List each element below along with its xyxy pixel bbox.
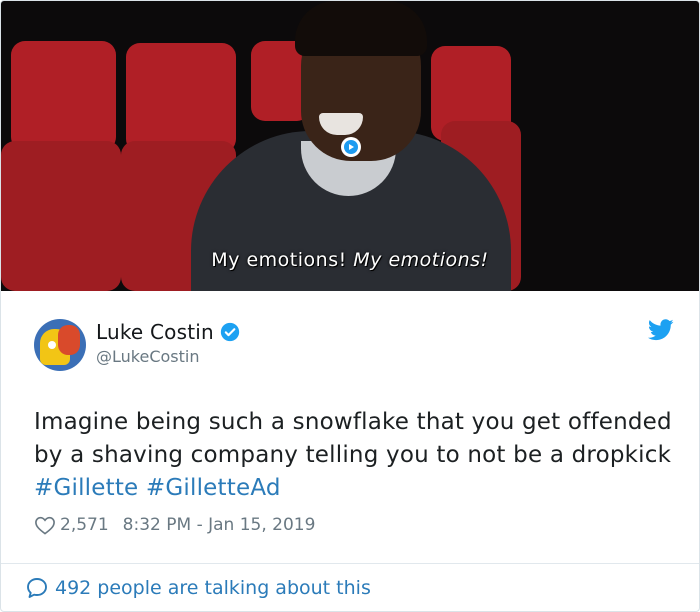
- verified-icon: [220, 322, 240, 342]
- tweet-meta: 2,571 8:32 PM - Jan 15, 2019: [34, 513, 315, 537]
- tweet-card: My emotions! My emotions! Luke Costin @L…: [0, 0, 700, 612]
- divider: [1, 563, 699, 564]
- author-name[interactable]: Luke Costin: [96, 320, 214, 344]
- tweet-text: Imagine being such a snowflake that you …: [34, 409, 672, 468]
- comment-bubble-icon: [27, 578, 47, 598]
- hashtag-gillette[interactable]: #Gillette: [34, 475, 138, 501]
- heart-icon[interactable]: [34, 515, 56, 535]
- play-icon[interactable]: [341, 137, 361, 157]
- tweet-header: Luke Costin @LukeCostin: [34, 319, 674, 375]
- gif-caption: My emotions! My emotions!: [211, 249, 489, 271]
- author-handle[interactable]: @LukeCostin: [96, 347, 199, 366]
- avatar[interactable]: [34, 319, 86, 371]
- twitter-bird-icon[interactable]: [648, 319, 674, 341]
- tweet-body: Imagine being such a snowflake that you …: [34, 406, 684, 505]
- hashtag-gillettead[interactable]: #GilletteAd: [146, 475, 281, 501]
- tweet-media-gif[interactable]: My emotions! My emotions!: [1, 1, 699, 291]
- timestamp[interactable]: 8:32 PM - Jan 15, 2019: [123, 515, 316, 535]
- like-count[interactable]: 2,571: [60, 515, 109, 535]
- talking-count[interactable]: 492 people are talking about this: [55, 577, 371, 599]
- conversation-link[interactable]: 492 people are talking about this: [25, 575, 371, 601]
